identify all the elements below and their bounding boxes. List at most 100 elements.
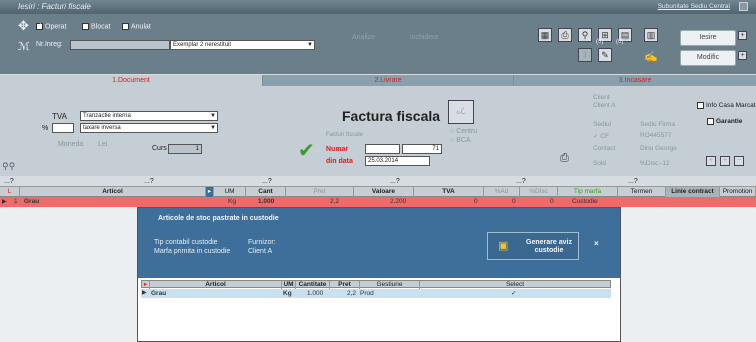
filter-cell[interactable]: ...? [390, 178, 400, 185]
moneda-value: Lei [98, 141, 108, 148]
numar-label: Numar [326, 146, 349, 153]
tip-contabil-label: Tip contabil custodie [154, 239, 218, 246]
col-header-linie-contract[interactable]: Linie contract [666, 187, 720, 197]
blocat-checkbox[interactable]: Blocat [82, 23, 110, 30]
filter-cell[interactable]: ...? [516, 178, 526, 185]
filter-cell[interactable]: ...? [262, 178, 272, 185]
tva-label: TVA [52, 112, 67, 121]
popup-cell-pret: 2,2 [347, 290, 357, 297]
tva-select[interactable]: Tranzactie interna [80, 111, 218, 121]
cell-pret: 2,2 [330, 198, 340, 205]
calendar-icon[interactable]: ▦ [538, 28, 552, 42]
print-icon[interactable]: ⎙ [560, 152, 569, 165]
col-header-articol[interactable]: Articol [20, 187, 206, 197]
col-header-termen[interactable]: Termen [618, 187, 666, 197]
confirm-check-icon[interactable]: ✔ [298, 138, 315, 163]
popup-select-check[interactable]: ✓ [511, 289, 516, 298]
row-pointer-icon: ▶ [142, 290, 147, 296]
generare-aviz-label: Generare aviz custodie [526, 239, 572, 254]
popup-col-um[interactable]: UM [282, 281, 296, 289]
col-header-promotion[interactable]: Promotion [720, 187, 756, 197]
zoom-icon[interactable]: ⚲⚲ [2, 161, 15, 172]
pin-icon[interactable]: ⚲ [578, 28, 592, 42]
din-data-field[interactable]: 25.03.2014 [365, 156, 430, 166]
col-header-pret[interactable]: Pret [286, 187, 354, 197]
popup-grid-header: ▸ Articol UM Cantitate Pret Gestiune Sel… [141, 280, 611, 289]
operat-label: Operat [45, 23, 67, 31]
exemplar-select[interactable]: Exemplar 2 nerestituit [170, 40, 315, 50]
custody-popup: Articole de stoc pastrate in custodie Ti… [137, 207, 621, 342]
moneda-label: Moneda [58, 141, 84, 148]
close-window-button[interactable] [739, 2, 748, 11]
popup-col-select[interactable]: Select [420, 281, 610, 289]
anulat-label: Anulat [131, 23, 151, 31]
stamp-icon[interactable]: ℴℒ [448, 100, 474, 124]
tab-strip: 1.Document 2.Livrare 3.Incasare [0, 75, 756, 86]
cell-articol: Grau [24, 198, 40, 205]
remove-line-icon[interactable]: − [734, 156, 744, 166]
popup-col-pret[interactable]: Pret [330, 281, 360, 289]
nrinreg-field[interactable] [70, 40, 170, 50]
add-line-icon-2[interactable]: + [720, 156, 730, 166]
filter-cell[interactable]: ...? [144, 178, 154, 185]
iesire-button[interactable]: Iesire [680, 30, 736, 46]
col-header-valoare[interactable]: Valoare [354, 187, 414, 197]
col-header-um[interactable]: UM [214, 187, 246, 197]
badge-count-2: (0) [616, 39, 624, 45]
info-casa-checkbox[interactable]: Info Casa Marcat [697, 102, 756, 109]
grid-header: L Articol ▸ UM Cant Pret Valoare TVA %Ad… [0, 187, 756, 197]
window-title: Iesiri : Facturi fiscale [18, 2, 91, 11]
plus-icon[interactable]: + [738, 31, 747, 40]
numar-series-field[interactable] [365, 144, 400, 154]
popup-col-cantitate[interactable]: Cantitate [296, 281, 330, 289]
col-header-tva[interactable]: TVA [414, 187, 484, 197]
popup-cell-articol: Grau [151, 290, 167, 297]
printer-icon[interactable]: ⎙ [558, 28, 572, 42]
col-header-disc[interactable]: %Disc [520, 187, 558, 197]
popup-col-gestiune[interactable]: Gestiune [360, 281, 420, 289]
filter-cell[interactable]: ...? [628, 178, 638, 185]
facturi-label: Facturi fiscale [326, 132, 364, 138]
anulat-checkbox[interactable]: Anulat [122, 23, 151, 30]
sold-label: Sold [593, 160, 607, 167]
col-header-cant[interactable]: Cant [246, 187, 286, 197]
col-header-ad[interactable]: %Ad [484, 187, 520, 197]
nrinreg-label: Nr.Inreg: [36, 41, 63, 48]
numar-field[interactable]: 71 [402, 144, 442, 154]
centru-radio[interactable]: ○ Centru [450, 128, 477, 135]
blocat-label: Blocat [91, 23, 111, 31]
tva-mode-select[interactable]: taxare inversa [80, 123, 218, 133]
popup-table-row[interactable]: ▶ Grau Kg 1.000 2,2 Prod ✓ [141, 289, 611, 298]
tab-document[interactable]: 1.Document [0, 75, 262, 86]
curs-label: Curs [152, 145, 167, 152]
edit-doc-icon[interactable]: ✎ [598, 48, 612, 62]
tab-livrare[interactable]: 2.Livrare [263, 75, 513, 86]
close-popup-icon[interactable]: × [594, 239, 599, 248]
percent-label: % [42, 125, 49, 132]
cf-line: ✓ CF [593, 133, 609, 140]
generare-aviz-button[interactable]: ▣ Generare aviz custodie [487, 232, 579, 260]
col-header-l[interactable]: L [0, 187, 20, 197]
operat-checkbox[interactable]: ✓ Operat [36, 23, 66, 30]
filter-cell[interactable]: ...? [4, 178, 14, 185]
curs-field[interactable]: 1 [168, 144, 202, 154]
popup-col-articol[interactable]: Articol [150, 281, 282, 289]
book-icon[interactable]: ▥ [644, 28, 658, 42]
plus-icon-2[interactable]: + [738, 51, 747, 60]
contact-label: Contact [593, 145, 616, 152]
filter-row: ...? ...? ...? ...? ...? ...? [0, 177, 756, 187]
tab-incasare[interactable]: 3.Incasare [514, 75, 756, 86]
table-row[interactable]: ▶ 1 Grau Kg 1.000 2,2 2.200 0 0 0 Custod… [0, 197, 756, 207]
col-header-tip-marfa[interactable]: Tip marfa [558, 187, 618, 197]
barcode-icon[interactable]: ⦀ [578, 48, 592, 62]
badge-count-1: (0) [596, 39, 604, 45]
bca-radio[interactable]: ○ BCA [450, 137, 471, 144]
add-line-icon[interactable]: + [706, 156, 716, 166]
popup-sort-icon[interactable]: ▸ [142, 281, 150, 289]
modific-button[interactable]: Modific [680, 50, 736, 66]
cf-value: RO445577 [640, 132, 672, 139]
garantie-checkbox[interactable]: Garantie [707, 118, 742, 125]
subunitate-link[interactable]: Subunitate Sediu Central [658, 3, 730, 10]
percent-field[interactable] [52, 123, 74, 133]
col-header-articol-dropdown-icon[interactable]: ▸ [206, 187, 214, 197]
